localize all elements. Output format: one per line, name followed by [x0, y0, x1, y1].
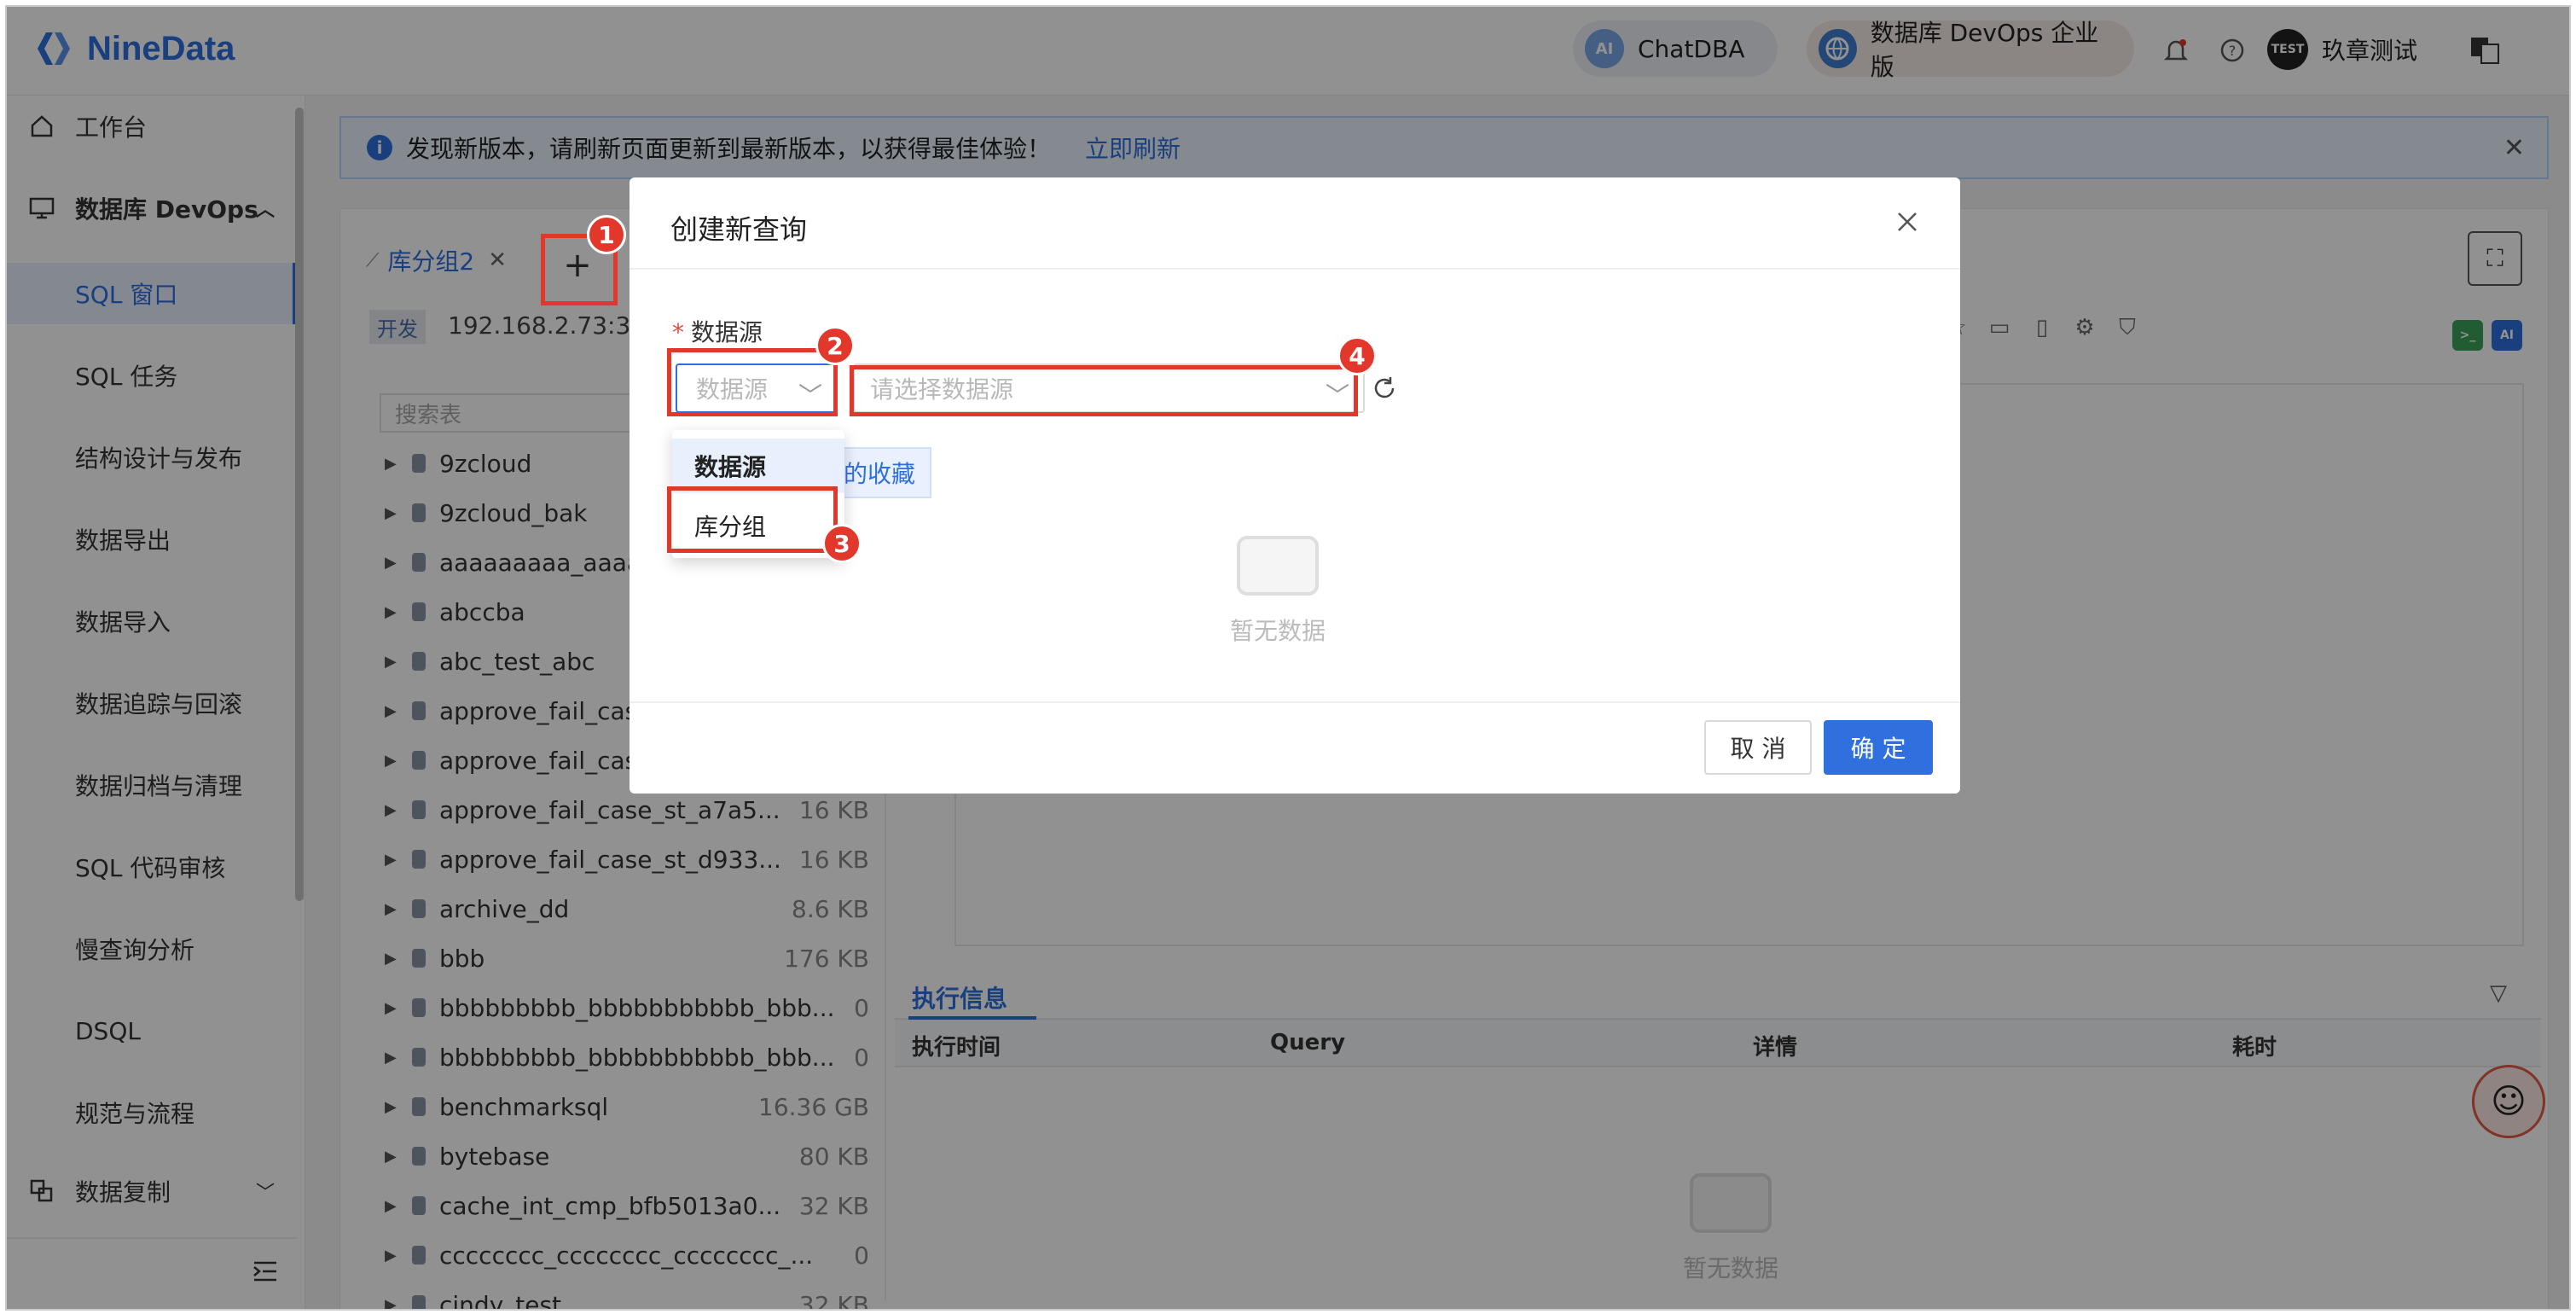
create-query-dialog: 创建新查询 * 数据源 数据源 ﹀ 请选择数据源 ﹀ 我的收藏 数据源 库分组 暂… [629, 177, 1960, 794]
annotation-badge-1: 1 [587, 215, 626, 254]
annotation-box-3 [667, 486, 838, 553]
app-window: NineData AI ChatDBA 数据库 DevOps 企业版 ? TES… [5, 5, 2571, 1311]
empty-text: 暂无数据 [1229, 617, 1326, 645]
empty-inbox-icon [1237, 536, 1319, 596]
dropdown-option-datasource[interactable]: 数据源 [672, 439, 844, 493]
empty-state: 暂无数据 [1210, 536, 1346, 647]
dialog-title: 创建新查询 [670, 213, 808, 246]
required-mark: * [672, 318, 684, 346]
close-icon[interactable] [1888, 203, 1926, 241]
annotation-badge-4: 4 [1337, 336, 1377, 375]
dialog-footer: 取 消 确 定 [629, 701, 1960, 794]
datasource-field-label: * 数据源 [672, 314, 763, 348]
annotation-badge-3: 3 [822, 524, 862, 563]
confirm-button[interactable]: 确 定 [1824, 720, 1933, 775]
cancel-button[interactable]: 取 消 [1704, 720, 1812, 775]
annotation-box-4 [850, 365, 1358, 416]
field-label-text: 数据源 [691, 318, 763, 346]
refresh-icon[interactable] [1370, 374, 1399, 403]
annotation-badge-2: 2 [815, 326, 855, 365]
dialog-header: 创建新查询 [629, 177, 1960, 270]
annotation-box-2 [667, 348, 838, 416]
